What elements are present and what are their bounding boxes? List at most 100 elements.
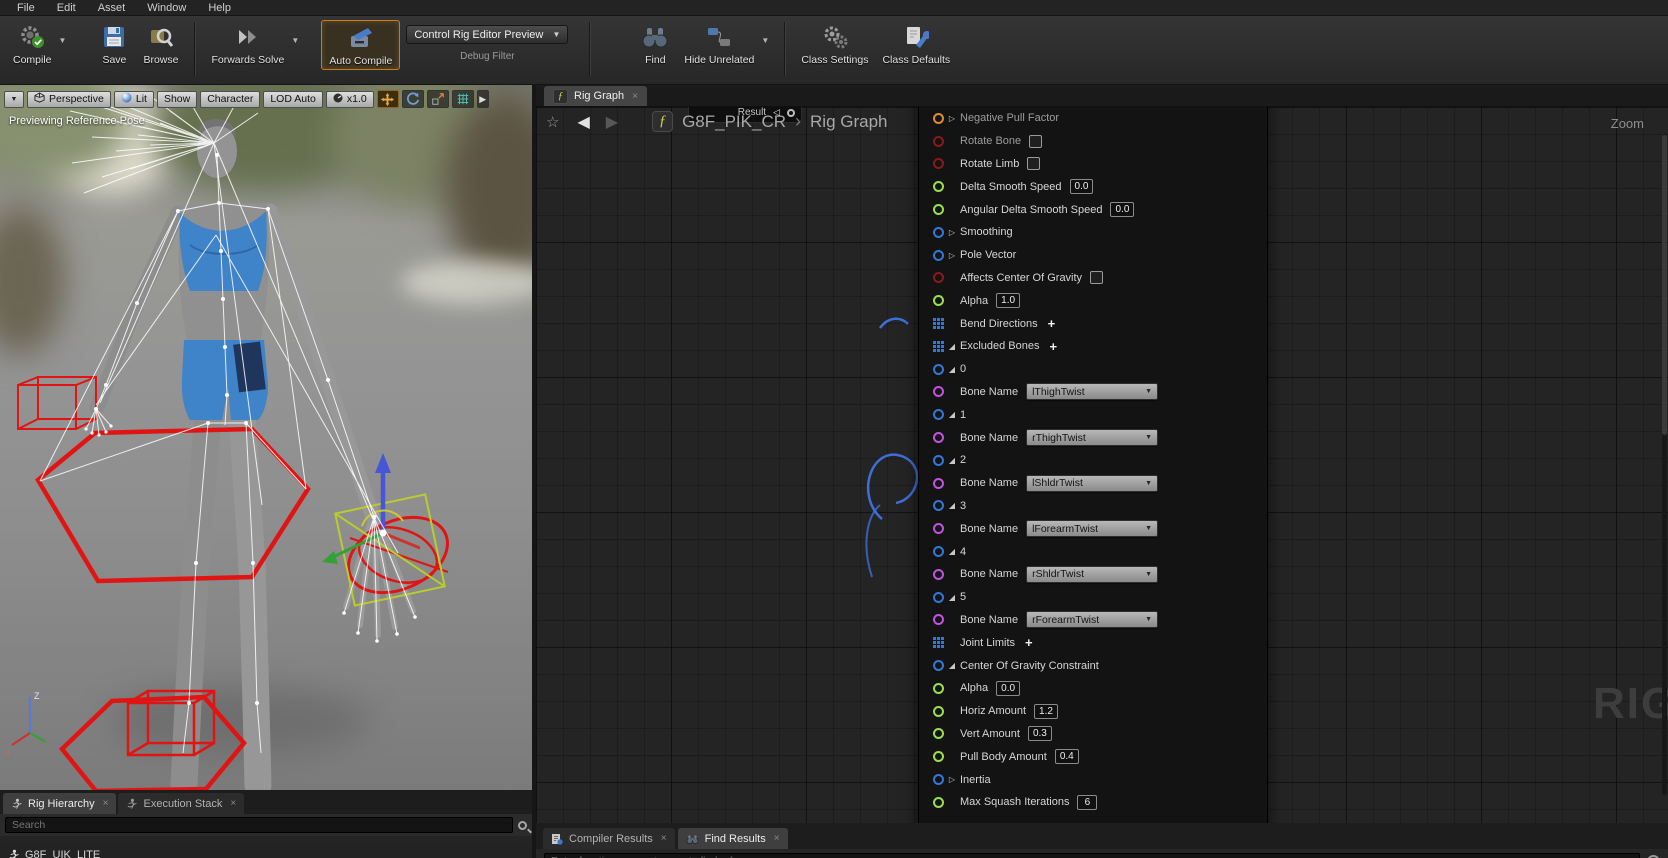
pin-expander-icon[interactable]: ◢ [944, 342, 960, 351]
int-pin-icon[interactable] [933, 796, 944, 808]
pin-value-box[interactable]: 1.2 [1034, 703, 1058, 719]
float-pin-icon[interactable] [933, 181, 944, 193]
close-icon[interactable]: × [661, 833, 667, 844]
array-add-button[interactable]: + [1050, 339, 1058, 354]
pin-checkbox[interactable] [1090, 271, 1104, 285]
back-arrow-icon[interactable]: ◀ [577, 112, 589, 132]
menu-item-window[interactable]: Window [136, 0, 197, 15]
struct-pin-icon[interactable] [933, 591, 944, 603]
bone-name-dropdown[interactable]: lThighTwist ▼ [1026, 383, 1159, 401]
favorites-star-icon[interactable]: ☆ [546, 113, 559, 131]
close-icon[interactable]: × [632, 91, 638, 102]
tab-rig-graph[interactable]: ƒ Rig Graph × [544, 86, 647, 106]
find-references-input[interactable] [544, 852, 1640, 858]
forwards-solve-dropdown-arrow[interactable]: ▼ [291, 36, 299, 45]
tab-find-results[interactable]: Find Results × [677, 828, 788, 849]
float-pin-icon[interactable] [933, 728, 944, 740]
graph-scrollbar[interactable] [1662, 135, 1667, 795]
pin-expander-icon[interactable]: ◢ [944, 593, 960, 602]
rotate-tool-button[interactable] [401, 90, 424, 108]
struct-pin-icon[interactable] [933, 774, 944, 785]
array-pin-icon[interactable] [933, 318, 944, 330]
struct-pin-icon[interactable] [933, 454, 944, 466]
name-pin-icon[interactable] [933, 614, 944, 626]
forward-arrow-icon[interactable]: ▶ [606, 112, 618, 132]
search-icon[interactable] [518, 820, 527, 830]
bone-name-dropdown[interactable]: rThighTwist ▼ [1026, 429, 1159, 447]
save-button[interactable]: Save [92, 20, 136, 68]
pin-value-box[interactable]: 0.0 [1069, 179, 1094, 195]
array-add-button[interactable]: + [1048, 316, 1056, 331]
pin-expander-icon[interactable]: ▷ [944, 228, 960, 237]
breadcrumb-root[interactable]: G8F_PIK_CR [682, 112, 786, 132]
name-pin-icon[interactable] [933, 386, 944, 398]
pin-value-box[interactable]: 0.0 [996, 680, 1021, 696]
find-button[interactable]: Find [633, 20, 677, 68]
float-pin-icon[interactable] [933, 705, 944, 717]
bool-pin-icon[interactable] [933, 135, 944, 147]
rig-unit-node[interactable]: ▷ Negative Pull Factor Rotate Bone Rotate L… [918, 107, 1268, 823]
pin-expander-icon[interactable]: ◢ [944, 456, 960, 465]
struct-pin-icon[interactable] [933, 546, 944, 558]
class-settings-button[interactable]: Class Settings [794, 20, 875, 68]
float-pin-icon[interactable] [933, 751, 944, 763]
playback-speed-button[interactable]: x1.0 [325, 90, 374, 108]
orange-pin-icon[interactable] [933, 112, 944, 124]
name-pin-icon[interactable] [933, 477, 944, 489]
forwards-solve-button[interactable]: Forwards Solve [204, 20, 291, 68]
name-pin-icon[interactable] [933, 568, 944, 580]
breadcrumb-current[interactable]: Rig Graph [810, 112, 887, 132]
float-pin-icon[interactable] [933, 295, 944, 307]
lod-auto-button[interactable]: LOD Auto [263, 90, 323, 108]
pin-expander-icon[interactable]: ▷ [944, 775, 960, 784]
struct-pin-icon[interactable] [933, 409, 944, 421]
pin-value-box[interactable]: 0.0 [1110, 202, 1135, 218]
float-pin-icon[interactable] [933, 682, 944, 694]
struct-pin-icon[interactable] [933, 500, 944, 512]
pin-expander-icon[interactable]: ◢ [944, 661, 960, 670]
hide-unrelated-dropdown-arrow[interactable]: ▼ [761, 36, 769, 45]
struct-pin-icon[interactable] [933, 363, 944, 375]
auto-compile-button[interactable]: Auto Compile [321, 20, 401, 70]
close-icon[interactable]: × [230, 798, 236, 809]
hide-unrelated-button[interactable]: Hide Unrelated [677, 20, 761, 68]
snap-grid-button[interactable] [451, 90, 474, 108]
viewport-options-dropdown[interactable]: ▼ [4, 90, 24, 108]
pin-value-box[interactable]: 1.0 [996, 293, 1021, 309]
bone-name-dropdown[interactable]: lForearmTwist ▼ [1026, 520, 1159, 538]
bool-pin-icon[interactable] [933, 158, 944, 170]
pin-expander-icon[interactable]: ◢ [944, 410, 960, 419]
hierarchy-tree-item[interactable]: G8F_UIK_LITE [0, 843, 532, 858]
character-button[interactable]: Character [200, 90, 261, 108]
tab-execution-stack[interactable]: Execution Stack × [118, 793, 245, 814]
menu-item-asset[interactable]: Asset [87, 0, 137, 15]
bone-name-dropdown[interactable]: rShldrTwist ▼ [1026, 565, 1159, 583]
struct-pin-icon[interactable] [933, 226, 944, 238]
array-add-button[interactable]: + [1025, 635, 1033, 650]
tab-rig-hierarchy[interactable]: Rig Hierarchy × [3, 793, 117, 814]
array-pin-icon[interactable] [933, 637, 944, 649]
show-button[interactable]: Show [156, 90, 198, 108]
menu-item-edit[interactable]: Edit [46, 0, 87, 15]
pin-checkbox[interactable] [1027, 157, 1041, 171]
search-icon[interactable] [1647, 854, 1660, 858]
bone-name-dropdown[interactable]: lShldrTwist ▼ [1026, 474, 1159, 492]
debug-filter-dropdown[interactable]: Control Rig Editor Preview ▼ [406, 25, 569, 44]
compile-button[interactable]: Compile [6, 20, 59, 68]
lit-mode-button[interactable]: Lit [113, 90, 154, 108]
pin-expander-icon[interactable]: ◢ [944, 547, 960, 556]
pin-expander-icon[interactable]: ▷ [944, 114, 960, 123]
pin-expander-icon[interactable]: ◢ [944, 501, 960, 510]
pin-expander-icon[interactable]: ▷ [944, 251, 960, 260]
array-pin-icon[interactable] [933, 340, 944, 352]
class-defaults-button[interactable]: Class Defaults [875, 20, 957, 68]
name-pin-icon[interactable] [933, 523, 944, 535]
toolbar-overflow-button[interactable]: ▶ [476, 90, 489, 108]
float-pin-icon[interactable] [933, 204, 944, 216]
pin-value-box[interactable]: 6 [1077, 794, 1098, 810]
pin-value-box[interactable]: 0.3 [1027, 726, 1052, 742]
pin-value-box[interactable]: 0.4 [1054, 749, 1079, 765]
pin-checkbox[interactable] [1029, 134, 1043, 148]
bone-name-dropdown[interactable]: rForearmTwist ▼ [1026, 611, 1159, 629]
browse-button[interactable]: Browse [136, 20, 185, 68]
